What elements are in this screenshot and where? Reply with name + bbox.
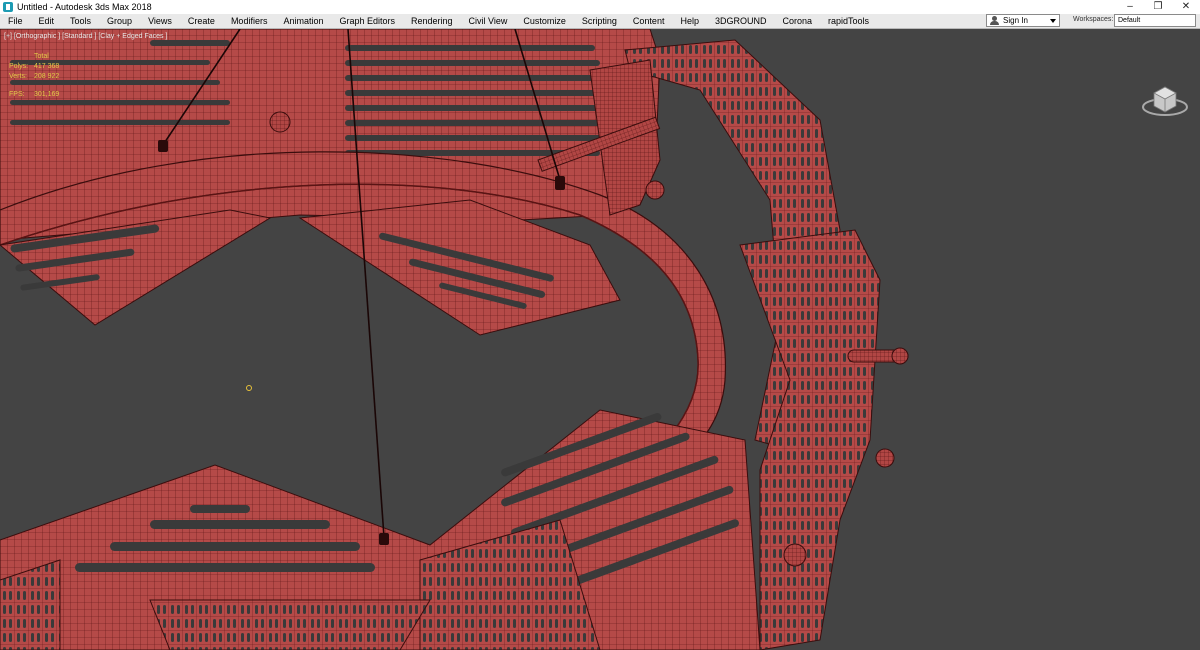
menu-group[interactable]: Group — [99, 16, 140, 26]
close-button[interactable]: ✕ — [1172, 0, 1200, 14]
viewport-statistics: Total Polys: 417 368 Verts: 208 922 FPS: 30… — [9, 52, 59, 100]
pivot-icon[interactable] — [246, 385, 252, 391]
app-icon — [3, 2, 13, 12]
window-title: Untitled - Autodesk 3ds Max 2018 — [17, 2, 152, 12]
menu-file[interactable]: File — [0, 16, 31, 26]
viewport-scene — [0, 29, 909, 650]
menu-edit[interactable]: Edit — [31, 16, 63, 26]
workspaces-select[interactable]: Default — [1114, 14, 1196, 27]
menu-bar: File Edit Tools Group Views Create Modif… — [0, 14, 1200, 29]
menu-tools[interactable]: Tools — [62, 16, 99, 26]
minimize-button[interactable]: – — [1116, 0, 1144, 14]
menu-corona[interactable]: Corona — [774, 16, 820, 26]
title-bar: Untitled - Autodesk 3ds Max 2018 – ❐ ✕ — [0, 0, 1200, 14]
fps-label: FPS: — [9, 91, 25, 98]
menu-views[interactable]: Views — [140, 16, 180, 26]
maximize-button[interactable]: ❐ — [1144, 0, 1172, 14]
viewport-label[interactable]: [+] [Orthographic ] [Standard ] [Clay + … — [4, 33, 167, 40]
sign-in-dropdown[interactable]: Sign In — [986, 14, 1060, 27]
user-icon — [990, 16, 999, 25]
chevron-down-icon — [1050, 19, 1056, 23]
menu-graph-editors[interactable]: Graph Editors — [331, 16, 403, 26]
menu-animation[interactable]: Animation — [275, 16, 331, 26]
window-controls: – ❐ ✕ — [1116, 0, 1200, 14]
menu-create[interactable]: Create — [180, 16, 223, 26]
workspaces-label: Workspaces: — [1073, 16, 1114, 23]
menu-modifiers[interactable]: Modifiers — [223, 16, 276, 26]
menu-civil-view[interactable]: Civil View — [461, 16, 516, 26]
menu-3dground[interactable]: 3DGROUND — [707, 16, 775, 26]
viewcube-icon[interactable] — [1140, 79, 1190, 119]
menu-customize[interactable]: Customize — [515, 16, 574, 26]
polys-value: 417 368 — [34, 63, 60, 70]
menu-rendering[interactable]: Rendering — [403, 16, 461, 26]
panels-bottom — [0, 409, 761, 650]
viewport[interactable] — [0, 29, 1200, 650]
menu-scripting[interactable]: Scripting — [574, 16, 625, 26]
stats-header: Total — [34, 53, 49, 60]
menu-content[interactable]: Content — [625, 16, 673, 26]
sign-in-label: Sign In — [1003, 16, 1028, 25]
menu-rapidtools[interactable]: rapidTools — [820, 16, 877, 26]
menu-help[interactable]: Help — [672, 16, 707, 26]
workspaces-value: Default — [1118, 17, 1141, 24]
verts-value: 208 922 — [34, 73, 60, 80]
polys-label: Polys: — [9, 63, 29, 70]
verts-label: Verts: — [9, 73, 27, 80]
fps-value: 301,169 — [34, 91, 60, 98]
